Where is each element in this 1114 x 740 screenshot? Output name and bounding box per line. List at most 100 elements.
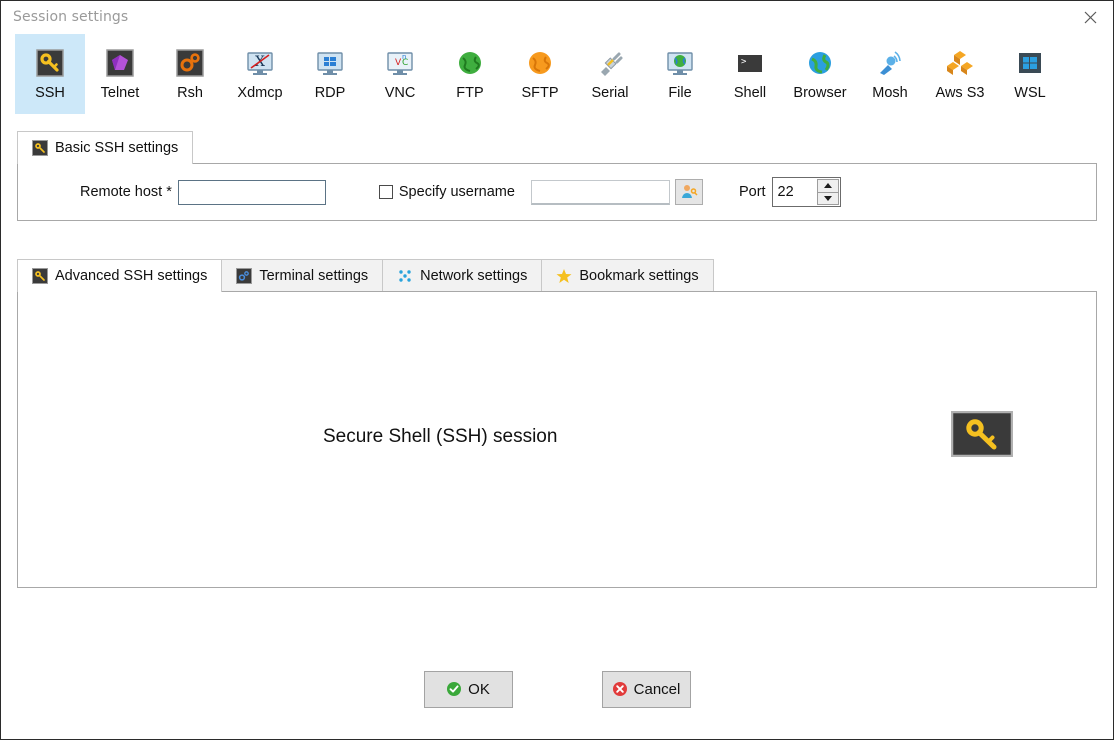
telnet-gem-icon bbox=[106, 49, 134, 77]
window-title: Session settings bbox=[13, 9, 129, 25]
close-button[interactable] bbox=[1067, 2, 1113, 33]
ssh-key-icon bbox=[36, 49, 64, 77]
rdp-windows-icon bbox=[317, 52, 343, 75]
session-type-rdp[interactable]: RDP bbox=[295, 34, 365, 114]
session-type-label: VNC bbox=[384, 85, 416, 101]
tab-label: Advanced SSH settings bbox=[55, 268, 208, 284]
session-type-ftp[interactable]: FTP bbox=[435, 34, 505, 114]
chevron-down-icon bbox=[823, 195, 832, 201]
tab-label: Basic SSH settings bbox=[55, 140, 179, 156]
user-key-icon bbox=[681, 185, 698, 198]
ftp-globe-icon bbox=[459, 52, 481, 74]
session-type-xdmcp[interactable]: X Xdmcp bbox=[225, 34, 295, 114]
session-type-label: Xdmcp bbox=[237, 85, 283, 101]
tab-bookmark-settings[interactable]: Bookmark settings bbox=[541, 259, 714, 292]
ok-label: OK bbox=[468, 680, 490, 698]
session-type-wsl[interactable]: WSL bbox=[995, 34, 1065, 114]
basic-field-row: Remote host * Specify username Port 22 bbox=[18, 177, 1096, 207]
xdmcp-monitor-icon: X bbox=[247, 52, 273, 75]
tab-label: Network settings bbox=[420, 268, 528, 284]
specify-username-label: Specify username bbox=[398, 184, 515, 200]
session-type-ssh[interactable]: SSH bbox=[15, 34, 85, 114]
port-label: Port bbox=[738, 184, 766, 200]
session-type-shell[interactable]: > Shell bbox=[715, 34, 785, 114]
terminal-gear-icon bbox=[236, 268, 253, 284]
port-spinner-arrows bbox=[816, 179, 839, 205]
aws-s3-cubes-icon bbox=[947, 51, 973, 75]
session-type-mosh[interactable]: Mosh bbox=[855, 34, 925, 114]
username-input[interactable] bbox=[530, 179, 670, 205]
session-type-label: File bbox=[668, 85, 692, 101]
settings-panels: Basic SSH settings Remote host * Specify… bbox=[1, 130, 1113, 639]
session-type-label: Browser bbox=[793, 85, 847, 101]
port-increment-button[interactable] bbox=[816, 179, 839, 193]
session-type-label: WSL bbox=[1014, 85, 1046, 101]
session-type-label: RDP bbox=[314, 85, 346, 101]
session-description-panel: Secure Shell (SSH) session bbox=[17, 291, 1097, 588]
basic-ssh-settings-panel: Remote host * Specify username Port 22 bbox=[17, 163, 1097, 221]
cancel-label: Cancel bbox=[633, 680, 681, 698]
dialog-footer: OK Cancel bbox=[1, 639, 1113, 739]
mosh-antenna-icon bbox=[880, 51, 901, 75]
ssh-key-icon bbox=[32, 268, 48, 284]
serial-plug-icon bbox=[601, 52, 623, 76]
advanced-settings-section: Advanced SSH settings Terminal settings bbox=[17, 258, 1097, 588]
session-type-vnc[interactable]: V C n VNC bbox=[365, 34, 435, 114]
specify-username-checkbox-wrap[interactable]: Specify username bbox=[378, 184, 515, 200]
port-spinner[interactable]: 22 bbox=[771, 177, 841, 207]
title-bar: Session settings bbox=[1, 1, 1113, 34]
specify-username-checkbox[interactable] bbox=[378, 185, 393, 199]
cancel-button[interactable]: Cancel bbox=[601, 670, 691, 708]
session-type-label: FTP bbox=[456, 85, 484, 101]
session-type-label: SSH bbox=[35, 85, 65, 101]
session-type-label: Telnet bbox=[100, 85, 140, 101]
rsh-gears-icon bbox=[176, 49, 204, 77]
wsl-windows-icon bbox=[1019, 53, 1041, 73]
session-type-serial[interactable]: Serial bbox=[575, 34, 645, 114]
session-type-sftp[interactable]: SFTP bbox=[505, 34, 575, 114]
session-type-aws-s3[interactable]: Aws S3 bbox=[925, 34, 995, 114]
port-value[interactable]: 22 bbox=[773, 178, 817, 206]
session-settings-window: Session settings SSH Telnet Rsh Xdmcp RD… bbox=[0, 0, 1114, 740]
session-type-file[interactable]: File bbox=[645, 34, 715, 114]
tab-advanced-ssh-settings[interactable]: Advanced SSH settings bbox=[17, 259, 223, 293]
basic-tabstrip: Basic SSH settings bbox=[17, 130, 1097, 165]
tab-label: Terminal settings bbox=[259, 268, 369, 284]
session-type-rsh[interactable]: Rsh bbox=[155, 34, 225, 114]
tab-network-settings[interactable]: Network settings bbox=[382, 259, 543, 292]
session-type-browser[interactable]: Browser bbox=[785, 34, 855, 114]
svg-text:>: > bbox=[741, 57, 747, 67]
session-type-label: Serial bbox=[591, 85, 629, 101]
chevron-up-icon bbox=[823, 183, 832, 189]
port-field: Port 22 bbox=[739, 177, 841, 207]
ssh-key-large-icon bbox=[951, 411, 1013, 457]
tab-terminal-settings[interactable]: Terminal settings bbox=[221, 259, 384, 292]
ok-button[interactable]: OK bbox=[423, 670, 513, 708]
tab-basic-ssh-settings[interactable]: Basic SSH settings bbox=[17, 131, 194, 165]
svg-text:n: n bbox=[402, 53, 406, 61]
session-type-label: SFTP bbox=[521, 85, 559, 101]
browser-globe-icon bbox=[809, 52, 831, 74]
tab-label: Bookmark settings bbox=[579, 268, 699, 284]
session-type-label: Shell bbox=[733, 85, 767, 101]
session-type-label: Mosh bbox=[872, 85, 908, 101]
shell-prompt-icon: > bbox=[738, 55, 762, 72]
session-type-toolbar: SSH Telnet Rsh Xdmcp RDP V C n VNC FTP S… bbox=[1, 34, 1113, 130]
remote-host-input[interactable] bbox=[177, 179, 326, 205]
session-type-telnet[interactable]: Telnet bbox=[85, 34, 155, 114]
close-icon bbox=[1084, 11, 1096, 23]
port-decrement-button[interactable] bbox=[816, 192, 839, 205]
vnc-monitor-icon: V C n bbox=[387, 52, 413, 75]
user-picker-button[interactable] bbox=[674, 179, 703, 205]
check-circle-icon bbox=[447, 682, 462, 696]
sftp-globe-icon bbox=[529, 52, 551, 74]
session-type-label: Rsh bbox=[177, 85, 203, 101]
cancel-circle-icon bbox=[612, 682, 627, 696]
session-description: Secure Shell (SSH) session bbox=[323, 426, 558, 447]
session-type-label: Aws S3 bbox=[935, 85, 985, 101]
remote-host-label: Remote host * bbox=[80, 184, 172, 200]
file-monitor-icon bbox=[667, 52, 693, 75]
svg-text:V: V bbox=[395, 58, 402, 68]
ssh-key-icon bbox=[32, 140, 48, 156]
network-nodes-icon bbox=[399, 270, 411, 282]
